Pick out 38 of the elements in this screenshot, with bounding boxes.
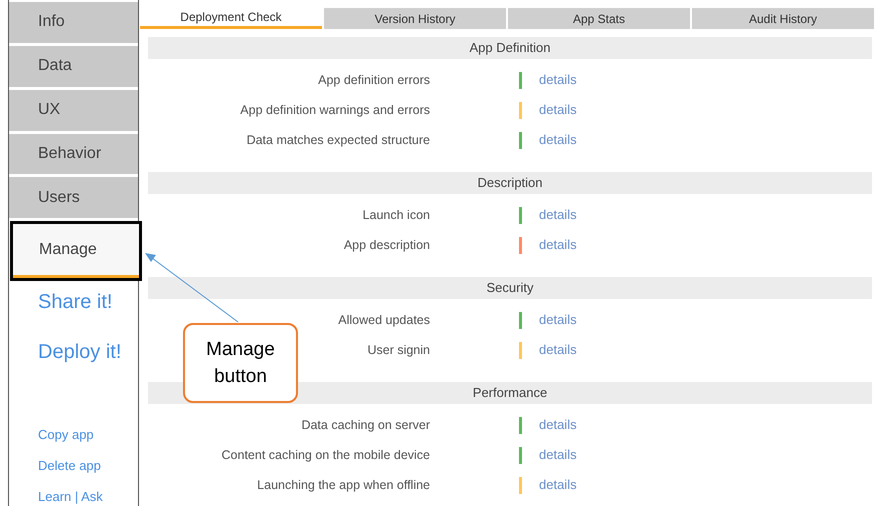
details-link[interactable]: details bbox=[539, 235, 577, 255]
check-label: Data caching on server bbox=[301, 416, 430, 434]
check-label: User signin bbox=[367, 342, 430, 359]
check-label: Launch icon bbox=[362, 206, 430, 224]
details-link[interactable]: details bbox=[539, 100, 577, 120]
details-link[interactable]: details bbox=[539, 340, 577, 360]
sidebar-link[interactable]: Learn | Ask bbox=[38, 487, 103, 506]
check-label: Allowed updates bbox=[338, 312, 430, 329]
sidebar-item[interactable]: Data bbox=[9, 46, 138, 87]
details-link[interactable]: details bbox=[539, 205, 577, 225]
tab[interactable]: Version History bbox=[324, 8, 506, 29]
check-label: App definition errors bbox=[318, 72, 430, 89]
sidebar-item[interactable]: Manage bbox=[13, 224, 139, 278]
sidebar-link[interactable]: Copy app bbox=[38, 425, 94, 444]
section-header: Description bbox=[148, 172, 872, 194]
sidebar-item[interactable]: UX bbox=[9, 90, 138, 131]
sidebar-link[interactable]: Delete app bbox=[38, 456, 101, 476]
check-label: App definition warnings and errors bbox=[240, 102, 430, 119]
section-header: Security bbox=[148, 277, 872, 299]
sidebar-item[interactable]: Behavior bbox=[9, 134, 138, 174]
check-label: Data matches expected structure bbox=[246, 132, 430, 149]
details-link[interactable]: details bbox=[539, 415, 577, 435]
tab[interactable]: Audit History bbox=[692, 8, 874, 29]
sidebar-item[interactable]: Users bbox=[9, 177, 138, 218]
check-label: Launching the app when offline bbox=[257, 476, 430, 494]
check-label: Content caching on the mobile device bbox=[222, 446, 430, 464]
details-link[interactable]: details bbox=[539, 70, 577, 90]
action-link[interactable]: Deploy it! bbox=[38, 337, 122, 368]
details-link[interactable]: details bbox=[539, 310, 577, 330]
check-label: App description bbox=[344, 236, 430, 254]
details-link[interactable]: details bbox=[539, 445, 577, 465]
tab[interactable]: App Stats bbox=[508, 8, 690, 29]
action-link[interactable]: Share it! bbox=[38, 287, 112, 318]
details-link[interactable]: details bbox=[539, 130, 577, 150]
section-header: App Definition bbox=[148, 37, 872, 59]
details-link[interactable]: details bbox=[539, 475, 577, 495]
callout: Manage button bbox=[183, 323, 298, 403]
sidebar-item[interactable]: Info bbox=[9, 2, 138, 43]
